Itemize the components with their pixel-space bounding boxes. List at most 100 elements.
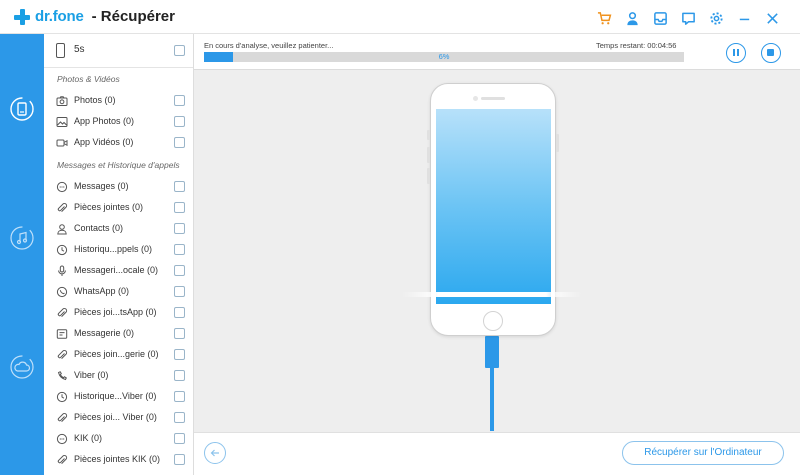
category-checkbox[interactable]: [174, 370, 185, 381]
category-label: Messages (0): [74, 181, 129, 191]
category-viber[interactable]: Viber (0): [44, 365, 193, 386]
recover-to-computer-button[interactable]: Récupérer sur l'Ordinateur: [622, 441, 784, 465]
home-button: [483, 311, 503, 331]
contact-icon: [55, 222, 68, 235]
device-header: 5s: [44, 34, 193, 68]
category-app-videos[interactable]: App Vidéos (0): [44, 132, 193, 153]
category-contacts[interactable]: Contacts (0): [44, 218, 193, 239]
scan-status-text: En cours d'analyse, veuillez patienter..…: [204, 41, 334, 50]
category-label: KIK (0): [74, 433, 103, 443]
image-icon: [55, 115, 68, 128]
category-checkbox[interactable]: [174, 307, 185, 318]
category-whatsapp-attachments[interactable]: Pièces joi...tsApp (0): [44, 302, 193, 323]
paperclip-icon: [55, 348, 68, 361]
category-label: App Photos (0): [74, 116, 135, 126]
category-kik[interactable]: KIK (0): [44, 428, 193, 449]
camera-icon: [55, 94, 68, 107]
clock-icon: [55, 390, 68, 403]
category-label: Messageri...ocale (0): [74, 265, 159, 275]
cart-icon[interactable]: [590, 8, 618, 28]
progress-percent: 6%: [438, 52, 450, 61]
select-all-checkbox[interactable]: [174, 45, 185, 56]
category-whatsapp[interactable]: WhatsApp (0): [44, 281, 193, 302]
usb-cable: [490, 364, 494, 431]
category-checkbox[interactable]: [174, 116, 185, 127]
category-checkbox[interactable]: [174, 181, 185, 192]
progress-track: 6%: [204, 52, 684, 62]
app-logo: dr.fone - Récupérer: [14, 8, 175, 25]
chat-bubble-icon: [55, 180, 68, 193]
category-label: Contacts (0): [74, 223, 124, 233]
close-icon[interactable]: [758, 8, 786, 28]
category-checkbox[interactable]: [174, 286, 185, 297]
category-panel: 5s Photos & Vidéos Photos (0) App Photos…: [44, 34, 194, 475]
feedback-icon[interactable]: [674, 8, 702, 28]
phone-icon: [56, 43, 65, 58]
category-label: Viber (0): [74, 370, 109, 380]
phone-screen: [436, 109, 551, 304]
phone-illustration: [427, 83, 559, 336]
paperclip-icon: [55, 411, 68, 424]
category-checkbox[interactable]: [174, 391, 185, 402]
category-checkbox[interactable]: [174, 244, 185, 255]
stop-button[interactable]: [761, 43, 781, 63]
category-label: Pièces joi... Viber (0): [74, 412, 157, 422]
category-checkbox[interactable]: [174, 265, 185, 276]
category-checkbox[interactable]: [174, 349, 185, 360]
main-area: En cours d'analyse, veuillez patienter..…: [194, 34, 800, 475]
settings-icon[interactable]: [702, 8, 730, 28]
category-messaging-attachments[interactable]: Pièces join...gerie (0): [44, 344, 193, 365]
phone-icon: [55, 285, 68, 298]
device-name: 5s: [74, 44, 85, 55]
section-photos: Photos & Vidéos: [57, 74, 120, 84]
app-title: - Récupérer: [91, 8, 175, 25]
category-messaging[interactable]: Messagerie (0): [44, 323, 193, 344]
arrow-left-icon: [210, 449, 219, 457]
category-label: Pièces joi...tsApp (0): [74, 307, 157, 317]
category-checkbox[interactable]: [174, 433, 185, 444]
category-checkbox[interactable]: [174, 412, 185, 423]
category-viber-history[interactable]: Historique...Viber (0): [44, 386, 193, 407]
paperclip-icon: [55, 306, 68, 319]
clock-icon: [55, 243, 68, 256]
category-label: Pièces jointes (0): [74, 202, 144, 212]
category-checkbox[interactable]: [174, 137, 185, 148]
category-kik-attachments[interactable]: Pièces jointes KIK (0): [44, 449, 193, 470]
category-checkbox[interactable]: [174, 202, 185, 213]
cloud-recover-icon[interactable]: [0, 345, 44, 389]
message-square-icon: [55, 327, 68, 340]
title-bar: dr.fone - Récupérer: [0, 0, 800, 34]
category-checkbox[interactable]: [174, 328, 185, 339]
category-checkbox[interactable]: [174, 223, 185, 234]
category-call-history[interactable]: Historiqu...ppels (0): [44, 239, 193, 260]
video-icon: [55, 136, 68, 149]
viber-icon: [55, 369, 68, 382]
category-photos[interactable]: Photos (0): [44, 90, 193, 111]
bottom-bar: Récupérer sur l'Ordinateur: [194, 432, 800, 475]
category-voicemail[interactable]: Messageri...ocale (0): [44, 260, 193, 281]
back-button[interactable]: [204, 442, 226, 464]
category-label: Pièces jointes KIK (0): [74, 454, 161, 464]
category-app-photos[interactable]: App Photos (0): [44, 111, 193, 132]
category-checkbox[interactable]: [174, 454, 185, 465]
user-icon[interactable]: [618, 8, 646, 28]
paperclip-icon: [55, 453, 68, 466]
category-checkbox[interactable]: [174, 95, 185, 106]
cable-connector: [485, 336, 499, 368]
scan-progress-bar: En cours d'analyse, veuillez patienter..…: [194, 34, 800, 70]
category-attachments[interactable]: Pièces jointes (0): [44, 197, 193, 218]
inbox-icon[interactable]: [646, 8, 674, 28]
category-label: Messagerie (0): [74, 328, 135, 338]
pause-button[interactable]: [726, 43, 746, 63]
music-transfer-icon[interactable]: [0, 216, 44, 260]
category-label: Photos (0): [74, 95, 116, 105]
minimize-icon[interactable]: [730, 8, 758, 28]
phone-recover-icon[interactable]: [0, 87, 44, 131]
category-label: Historique...Viber (0): [74, 391, 157, 401]
category-messages[interactable]: Messages (0): [44, 176, 193, 197]
category-label: Historiqu...ppels (0): [74, 244, 153, 254]
kik-icon: [55, 432, 68, 445]
category-viber-attachments[interactable]: Pièces joi... Viber (0): [44, 407, 193, 428]
drfone-cross-icon: [14, 8, 30, 25]
category-label: WhatsApp (0): [74, 286, 130, 296]
